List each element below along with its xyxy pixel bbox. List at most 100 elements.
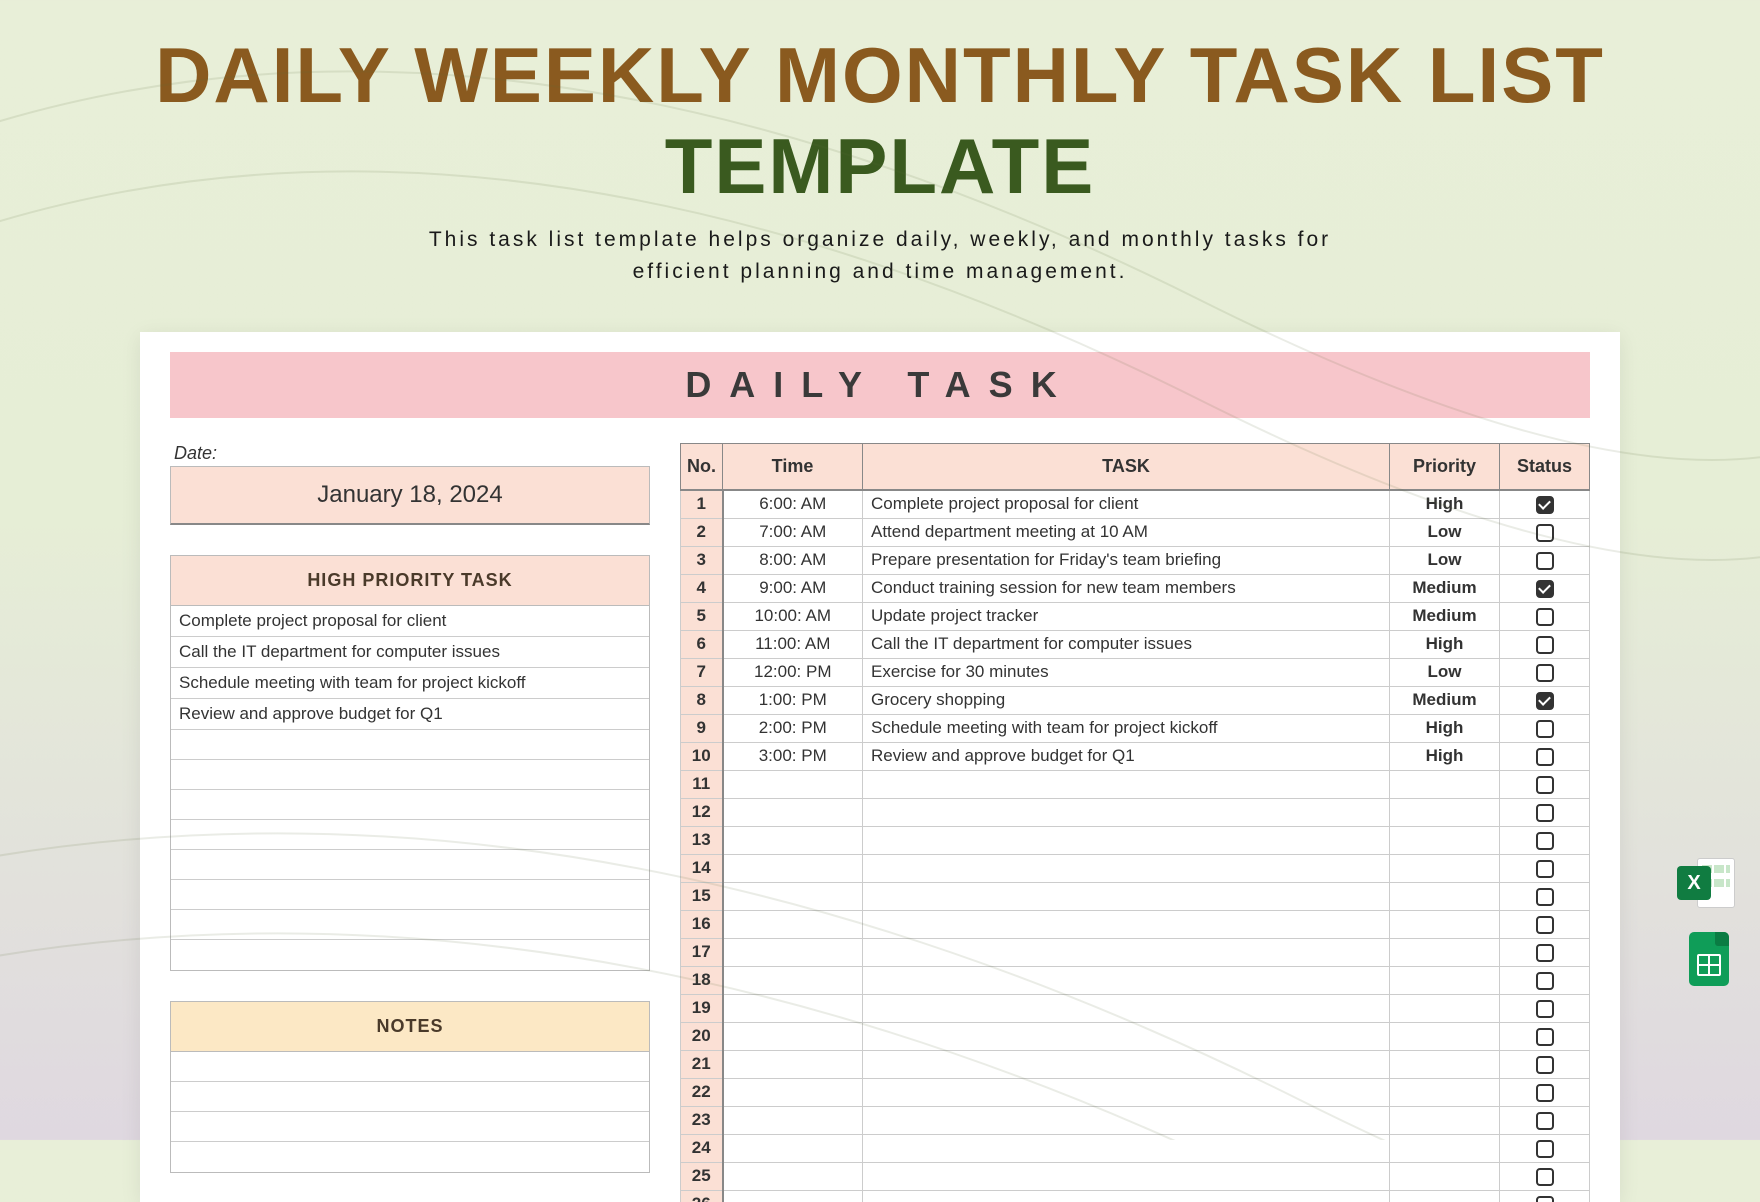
row-status[interactable]	[1500, 994, 1590, 1022]
row-priority[interactable]	[1390, 882, 1500, 910]
list-item[interactable]: Review and approve budget for Q1	[171, 699, 649, 730]
checkbox-icon[interactable]	[1536, 776, 1554, 794]
row-status[interactable]	[1500, 1134, 1590, 1162]
row-status[interactable]	[1500, 742, 1590, 770]
list-item[interactable]	[171, 880, 649, 910]
row-status[interactable]	[1500, 882, 1590, 910]
checkbox-icon[interactable]	[1536, 1000, 1554, 1018]
row-priority[interactable]: High	[1390, 490, 1500, 518]
checkbox-icon[interactable]	[1536, 860, 1554, 878]
checkbox-icon[interactable]	[1536, 916, 1554, 934]
row-task[interactable]	[863, 966, 1390, 994]
row-priority[interactable]	[1390, 1078, 1500, 1106]
checkbox-icon[interactable]	[1536, 664, 1554, 682]
checkbox-icon[interactable]	[1536, 1028, 1554, 1046]
row-task[interactable]: Exercise for 30 minutes	[863, 658, 1390, 686]
row-time[interactable]: 6:00: AM	[723, 490, 863, 518]
checkbox-icon[interactable]	[1536, 804, 1554, 822]
row-status[interactable]	[1500, 1190, 1590, 1202]
date-value[interactable]: January 18, 2024	[170, 466, 650, 525]
row-task[interactable]	[863, 1022, 1390, 1050]
row-task[interactable]	[863, 826, 1390, 854]
row-time[interactable]: 8:00: AM	[723, 546, 863, 574]
row-task[interactable]: Prepare presentation for Friday's team b…	[863, 546, 1390, 574]
row-time[interactable]	[723, 882, 863, 910]
row-status[interactable]	[1500, 798, 1590, 826]
row-time[interactable]	[723, 770, 863, 798]
list-item[interactable]	[171, 1112, 649, 1142]
checkbox-icon[interactable]	[1536, 972, 1554, 990]
checkbox-icon[interactable]	[1536, 524, 1554, 542]
row-time[interactable]	[723, 1022, 863, 1050]
row-priority[interactable]: High	[1390, 630, 1500, 658]
row-time[interactable]	[723, 1190, 863, 1202]
row-priority[interactable]	[1390, 1022, 1500, 1050]
row-priority[interactable]: Medium	[1390, 574, 1500, 602]
row-priority[interactable]: Low	[1390, 658, 1500, 686]
row-priority[interactable]	[1390, 798, 1500, 826]
row-status[interactable]	[1500, 854, 1590, 882]
row-priority[interactable]	[1390, 826, 1500, 854]
row-status[interactable]	[1500, 546, 1590, 574]
row-time[interactable]	[723, 938, 863, 966]
checkbox-icon[interactable]	[1536, 1056, 1554, 1074]
list-item[interactable]	[171, 1082, 649, 1112]
row-time[interactable]	[723, 1050, 863, 1078]
row-time[interactable]	[723, 854, 863, 882]
row-time[interactable]	[723, 966, 863, 994]
checkbox-icon[interactable]	[1536, 1084, 1554, 1102]
row-time[interactable]: 1:00: PM	[723, 686, 863, 714]
row-task[interactable]	[863, 1050, 1390, 1078]
row-time[interactable]: 12:00: PM	[723, 658, 863, 686]
row-status[interactable]	[1500, 714, 1590, 742]
row-time[interactable]: 2:00: PM	[723, 714, 863, 742]
row-task[interactable]: Attend department meeting at 10 AM	[863, 518, 1390, 546]
row-time[interactable]: 9:00: AM	[723, 574, 863, 602]
row-priority[interactable]	[1390, 910, 1500, 938]
row-priority[interactable]	[1390, 1134, 1500, 1162]
row-status[interactable]	[1500, 966, 1590, 994]
row-time[interactable]	[723, 826, 863, 854]
list-item[interactable]	[171, 730, 649, 760]
row-status[interactable]	[1500, 490, 1590, 518]
row-time[interactable]	[723, 1078, 863, 1106]
row-task[interactable]	[863, 798, 1390, 826]
row-task[interactable]	[863, 1078, 1390, 1106]
row-task[interactable]	[863, 1106, 1390, 1134]
list-item[interactable]	[171, 910, 649, 940]
row-task[interactable]: Review and approve budget for Q1	[863, 742, 1390, 770]
row-priority[interactable]	[1390, 1050, 1500, 1078]
checkbox-icon[interactable]	[1536, 1168, 1554, 1186]
row-task[interactable]	[863, 1134, 1390, 1162]
row-priority[interactable]	[1390, 770, 1500, 798]
row-status[interactable]	[1500, 826, 1590, 854]
row-priority[interactable]	[1390, 994, 1500, 1022]
list-item[interactable]	[171, 760, 649, 790]
row-task[interactable]	[863, 994, 1390, 1022]
row-task[interactable]	[863, 938, 1390, 966]
checkbox-icon[interactable]	[1536, 1196, 1554, 1202]
row-task[interactable]: Conduct training session for new team me…	[863, 574, 1390, 602]
row-time[interactable]: 11:00: AM	[723, 630, 863, 658]
row-priority[interactable]	[1390, 1106, 1500, 1134]
row-time[interactable]	[723, 994, 863, 1022]
row-priority[interactable]: Medium	[1390, 602, 1500, 630]
list-item[interactable]: Call the IT department for computer issu…	[171, 637, 649, 668]
row-time[interactable]: 7:00: AM	[723, 518, 863, 546]
google-sheets-icon[interactable]	[1677, 932, 1735, 990]
list-item[interactable]	[171, 940, 649, 970]
checkbox-icon[interactable]	[1536, 580, 1554, 598]
row-priority[interactable]: High	[1390, 714, 1500, 742]
row-priority[interactable]	[1390, 854, 1500, 882]
checkbox-icon[interactable]	[1536, 1112, 1554, 1130]
checkbox-icon[interactable]	[1536, 748, 1554, 766]
row-status[interactable]	[1500, 1022, 1590, 1050]
row-task[interactable]: Update project tracker	[863, 602, 1390, 630]
checkbox-icon[interactable]	[1536, 496, 1554, 514]
row-task[interactable]: Grocery shopping	[863, 686, 1390, 714]
checkbox-icon[interactable]	[1536, 608, 1554, 626]
row-time[interactable]: 3:00: PM	[723, 742, 863, 770]
checkbox-icon[interactable]	[1536, 552, 1554, 570]
row-status[interactable]	[1500, 518, 1590, 546]
checkbox-icon[interactable]	[1536, 888, 1554, 906]
